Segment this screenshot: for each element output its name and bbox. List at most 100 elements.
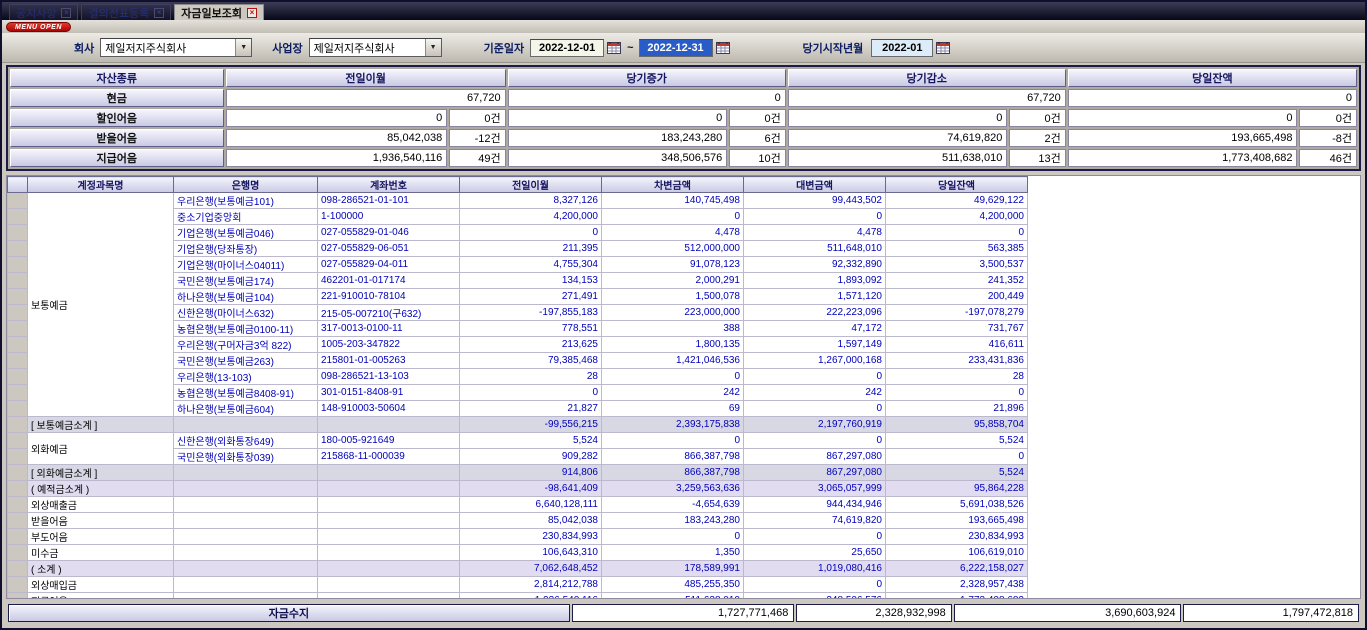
detail-row[interactable]: 보통예금우리은행(보통예금101)098-286521-01-1018,327,… — [8, 193, 1028, 209]
amount-cell: 512,000,000 — [602, 241, 744, 257]
summary-row: 지급어음1,936,540,11649건348,506,57610건511,63… — [10, 149, 1357, 167]
detail-row[interactable]: 부도어음230,834,99300230,834,993 — [8, 529, 1028, 545]
detail-row[interactable]: [ 외화예금소계 ]914,806866,387,798867,297,0805… — [8, 465, 1028, 481]
bank-name-cell: 신한은행(마이너스632) — [174, 305, 318, 321]
company-select[interactable]: 제일저지주식회사 ▼ — [100, 38, 252, 57]
date-from-input[interactable]: 2022-12-01 — [530, 39, 604, 57]
row-label-cell: 외상매출금 — [28, 497, 174, 513]
chevron-down-icon[interactable]: ▼ — [425, 39, 441, 56]
row-selector[interactable] — [8, 241, 28, 257]
tab-fund-daily-report[interactable]: 자금일보조회 × — [174, 4, 264, 20]
amount-cell: 6,640,128,111 — [460, 497, 602, 513]
site-select[interactable]: 제일저지주식회사 ▼ — [309, 38, 442, 57]
detail-row[interactable]: 외상매출금6,640,128,111-4,654,639944,434,9465… — [8, 497, 1028, 513]
detail-column-header: 차변금액 — [602, 177, 744, 193]
detail-row[interactable]: [ 보통예금소계 ]-99,556,2152,393,175,8382,197,… — [8, 417, 1028, 433]
asset-type-cell[interactable]: 현금 — [10, 89, 224, 107]
start-month-input[interactable]: 2022-01 — [871, 39, 933, 57]
row-selector[interactable] — [8, 529, 28, 545]
tab-close-icon[interactable]: × — [61, 8, 71, 18]
row-selector[interactable] — [8, 209, 28, 225]
row-selector[interactable] — [8, 497, 28, 513]
row-selector[interactable] — [8, 193, 28, 209]
account-number-cell: 221-910010-78104 — [318, 289, 460, 305]
row-selector[interactable] — [8, 465, 28, 481]
calendar-icon[interactable] — [606, 40, 622, 55]
summary-amount-cell: 348,506,576 — [508, 149, 728, 167]
amount-cell: 1,421,046,536 — [602, 353, 744, 369]
bank-name-cell: 기업은행(보통예금046) — [174, 225, 318, 241]
row-selector[interactable] — [8, 385, 28, 401]
tab-voucher-entry[interactable]: 결의전표등록 × — [81, 4, 171, 20]
summary-amount-cell: 0 — [226, 109, 448, 127]
account-number-cell: 098-286521-13-103 — [318, 369, 460, 385]
tab-notice[interactable]: 공지사항 × — [9, 4, 78, 20]
row-selector[interactable] — [8, 449, 28, 465]
row-selector[interactable] — [8, 545, 28, 561]
account-number-cell: 215-05-007210(구632) — [318, 305, 460, 321]
amount-cell: 99,443,502 — [744, 193, 886, 209]
row-selector[interactable] — [8, 417, 28, 433]
amount-cell: 222,223,096 — [744, 305, 886, 321]
row-selector[interactable] — [8, 337, 28, 353]
detail-row[interactable]: 미수금106,643,3101,35025,650106,619,010 — [8, 545, 1028, 561]
amount-cell: -197,855,183 — [460, 305, 602, 321]
tab-close-icon[interactable]: × — [247, 8, 257, 18]
amount-cell: 1,350 — [602, 545, 744, 561]
empty-cell — [174, 545, 318, 561]
row-selector[interactable] — [8, 561, 28, 577]
asset-summary-section: 자산종류전일이월당기증가당기감소당일잔액 현금67,720067,7200할인어… — [2, 63, 1365, 171]
chevron-down-icon[interactable]: ▼ — [235, 39, 251, 56]
calendar-icon[interactable] — [715, 40, 731, 55]
row-selector[interactable] — [8, 353, 28, 369]
summary-column-header: 당기증가 — [508, 69, 786, 87]
bank-name-cell: 국민은행(외화통장039) — [174, 449, 318, 465]
bank-name-cell: 하나은행(보통예금604) — [174, 401, 318, 417]
detail-row[interactable]: 받을어음85,042,038183,243,28074,619,820193,6… — [8, 513, 1028, 529]
row-label-cell: [ 보통예금소계 ] — [28, 417, 174, 433]
amount-cell: 1,019,080,416 — [744, 561, 886, 577]
base-date-label: 기준일자 — [484, 40, 524, 56]
amount-cell: 0 — [744, 577, 886, 593]
row-selector[interactable] — [8, 225, 28, 241]
tab-voucher-entry-label: 결의전표등록 — [88, 5, 149, 21]
row-selector[interactable] — [8, 369, 28, 385]
date-to-input[interactable]: 2022-12-31 — [639, 39, 713, 57]
amount-cell: 1,800,135 — [602, 337, 744, 353]
amount-cell: 563,385 — [886, 241, 1028, 257]
menu-open-button[interactable]: MENU OPEN — [6, 22, 71, 32]
amount-cell: 0 — [744, 401, 886, 417]
detail-column-header: 당일잔액 — [886, 177, 1028, 193]
detail-row[interactable]: ( 예적금소계 )-98,641,4093,259,563,6363,065,0… — [8, 481, 1028, 497]
bank-name-cell: 하나은행(보통예금104) — [174, 289, 318, 305]
empty-cell — [318, 417, 460, 433]
row-selector[interactable] — [8, 305, 28, 321]
row-selector[interactable] — [8, 481, 28, 497]
amount-cell: 183,243,280 — [602, 513, 744, 529]
detail-row[interactable]: ( 소계 )7,062,648,452178,589,9911,019,080,… — [8, 561, 1028, 577]
summary-count-cell: 46건 — [1299, 149, 1357, 167]
row-selector[interactable] — [8, 321, 28, 337]
amount-cell: 49,629,122 — [886, 193, 1028, 209]
row-selector[interactable] — [8, 273, 28, 289]
amount-cell: 416,611 — [886, 337, 1028, 353]
row-selector[interactable] — [8, 577, 28, 593]
row-selector[interactable] — [8, 257, 28, 273]
bank-name-cell: 기업은행(당좌통장) — [174, 241, 318, 257]
row-selector[interactable] — [8, 289, 28, 305]
tab-close-icon[interactable]: × — [154, 8, 164, 18]
start-month-label: 당기시작년월 — [803, 40, 864, 56]
detail-row[interactable]: 외화예금신한은행(외화통장649)180-005-9216495,524005,… — [8, 433, 1028, 449]
calendar-icon[interactable] — [935, 40, 951, 55]
amount-cell: 5,524 — [886, 433, 1028, 449]
asset-type-cell[interactable]: 할인어음 — [10, 109, 224, 127]
detail-row[interactable]: 외상매입금2,814,212,788485,255,35002,328,957,… — [8, 577, 1028, 593]
amount-cell: 21,827 — [460, 401, 602, 417]
asset-type-cell[interactable]: 받을어음 — [10, 129, 224, 147]
row-selector[interactable] — [8, 401, 28, 417]
row-selector[interactable] — [8, 513, 28, 529]
asset-type-cell[interactable]: 지급어음 — [10, 149, 224, 167]
row-selector[interactable] — [8, 433, 28, 449]
empty-cell — [318, 481, 460, 497]
account-number-cell: 148-910003-50604 — [318, 401, 460, 417]
